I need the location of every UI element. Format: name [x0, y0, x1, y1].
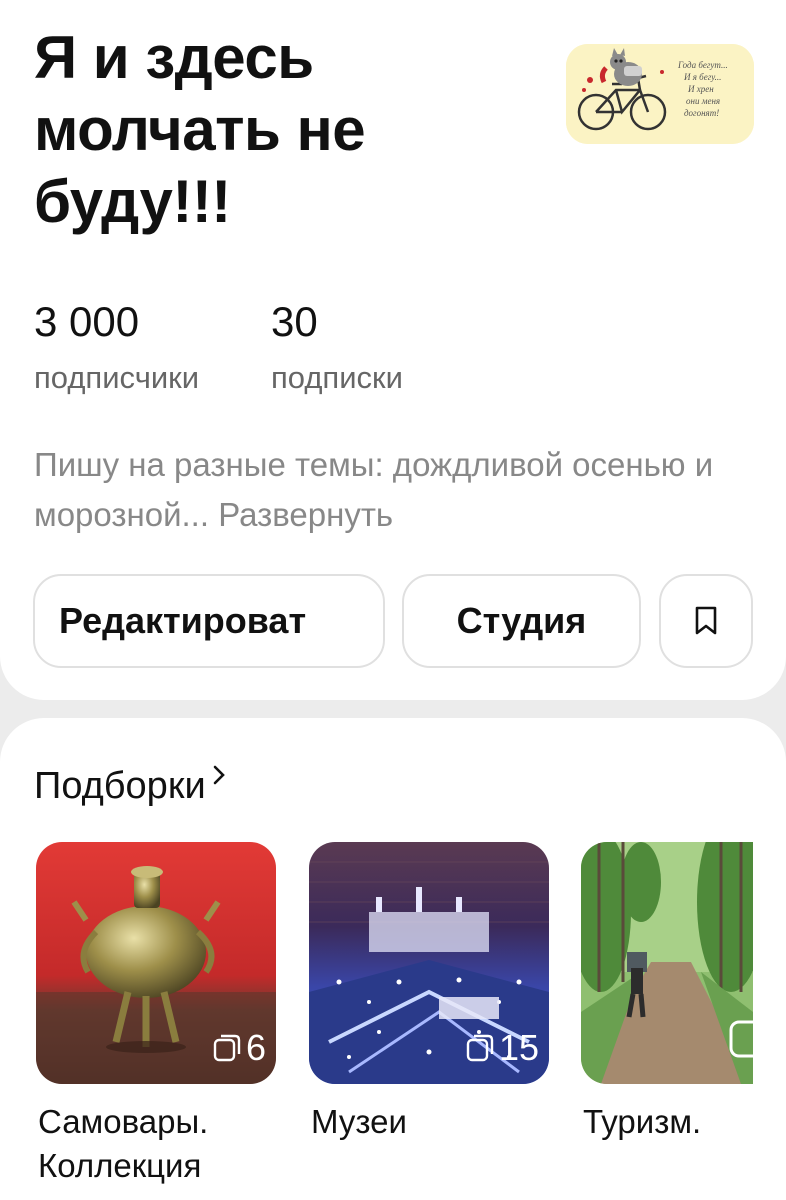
chevron-right-icon — [213, 765, 225, 785]
avatar-line-3: И хрен — [687, 84, 714, 94]
collection-thumbnail: 15 — [309, 842, 549, 1084]
avatar-line-1: Года бегут... — [677, 60, 728, 70]
channel-title: Я и здесь молчать не буду!!! — [34, 24, 366, 235]
collection-count: 15 — [465, 1028, 539, 1068]
avatar-line-5: догонят! — [684, 108, 719, 118]
copy-icon — [466, 1034, 494, 1062]
subscribers-label: подписчики — [34, 360, 200, 395]
collection-card[interactable]: Туризм. — [581, 842, 753, 1140]
tourism-image — [581, 842, 753, 1084]
avatar-line-2: И я бегу... — [683, 72, 721, 82]
collections-header[interactable]: Подборки — [34, 762, 226, 810]
subscriptions-label: подписки — [271, 360, 403, 395]
avatar-image: Года бегут... И я бегу... И хрен они мен… — [566, 44, 754, 144]
collection-count: 6 — [212, 1028, 266, 1068]
collection-card[interactable]: 6 Самовары. Коллекция — [36, 842, 276, 1184]
subscriptions-stat[interactable]: 30 подписки — [271, 298, 403, 396]
collection-thumbnail — [581, 842, 753, 1084]
collection-card[interactable]: 15 Музеи — [309, 842, 549, 1140]
copy-icon — [213, 1034, 241, 1062]
bookmark-icon — [695, 606, 717, 635]
avatar-line-4: они меня — [686, 96, 720, 106]
collections-title: Подборки — [34, 765, 206, 807]
collection-count-value: 15 — [498, 1027, 539, 1068]
expand-description-link[interactable]: Развернуть — [218, 496, 393, 533]
studio-button[interactable]: Студия — [402, 574, 641, 668]
channel-description: Пишу на разные темы: дождливой осенью и … — [34, 440, 734, 540]
subscribers-count: 3 000 — [34, 298, 140, 345]
edit-button[interactable]: Редактироват — [33, 574, 385, 668]
subscribers-stat[interactable]: 3 000 подписчики — [34, 298, 199, 396]
collection-name: Музеи — [311, 1103, 407, 1140]
collection-name: Туризм. — [583, 1103, 702, 1140]
collection-thumbnail: 6 — [36, 842, 276, 1084]
subscriptions-count: 30 — [271, 298, 318, 345]
save-button[interactable] — [659, 574, 753, 668]
collection-count-value: 6 — [245, 1027, 266, 1068]
collection-name: Самовары. Коллекция — [38, 1103, 209, 1184]
avatar[interactable]: Года бегут... И я бегу... И хрен они мен… — [566, 44, 754, 144]
